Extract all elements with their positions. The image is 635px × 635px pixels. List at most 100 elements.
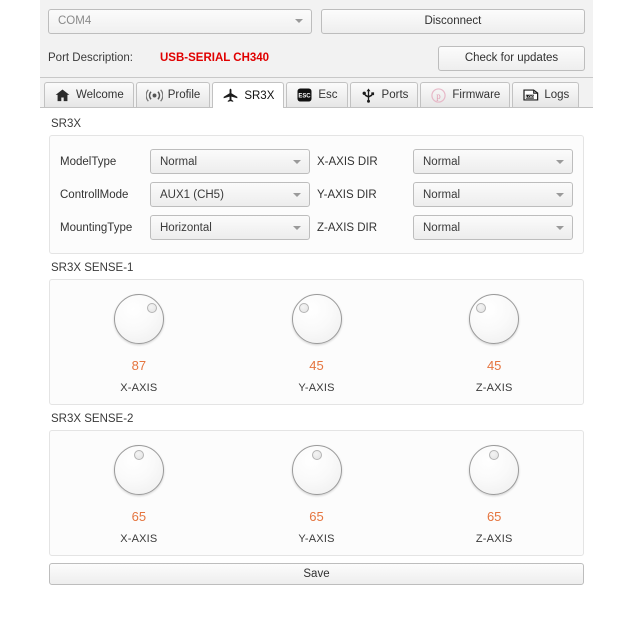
sense1-y-axis-knob[interactable] — [291, 294, 342, 344]
chevron-down-icon — [293, 159, 301, 164]
svg-text:ESC: ESC — [299, 94, 312, 100]
save-button[interactable]: Save — [49, 563, 584, 585]
tab-logs-label: Logs — [544, 89, 570, 101]
tab-ports-label: Ports — [381, 89, 409, 101]
sense1-x-axis-value: 87 — [131, 358, 147, 373]
sense1-x-axis-knob[interactable] — [113, 294, 164, 344]
tab-esc-label: Esc — [318, 89, 338, 101]
controllmode-select[interactable]: AUX1 (CH5) — [150, 182, 310, 207]
sense2-knob-row: 65 X-AXIS 65 Y-AXIS 65 Z-AXIS — [50, 431, 583, 555]
tab-profile-label: Profile — [167, 89, 201, 101]
disconnect-button[interactable]: Disconnect — [320, 8, 585, 34]
knob-indicator-icon — [133, 450, 144, 460]
sense2-y-axis-label: Y-AXIS — [298, 533, 335, 545]
home-icon — [54, 88, 71, 103]
tab-welcome[interactable]: Welcome — [44, 82, 134, 107]
tab-welcome-label: Welcome — [76, 89, 124, 101]
sense1-z-axis-value: 45 — [486, 358, 502, 373]
chevron-down-icon — [556, 159, 564, 164]
sense2-y-axis-knob[interactable] — [291, 445, 342, 495]
modeltype-label: ModelType — [60, 155, 117, 168]
modeltype-select[interactable]: Normal — [150, 149, 310, 174]
port-description-row: Port Description: USB-SERIAL CH340 Check… — [48, 45, 585, 71]
knob-indicator-icon — [146, 303, 157, 313]
tab-firmware-label: Firmware — [452, 89, 501, 101]
esc-icon: ESC — [296, 88, 313, 103]
chevron-down-icon — [293, 225, 301, 230]
sense2-group-label: SR3X SENSE-2 — [51, 413, 134, 425]
y-axis-dir-value: Normal — [423, 188, 461, 201]
chevron-down-icon — [556, 225, 564, 230]
usb-icon — [360, 87, 377, 103]
port-description-value: USB-SERIAL CH340 — [160, 52, 270, 64]
z-axis-dir-select[interactable]: Normal — [413, 215, 573, 240]
y-axis-dir-label: Y-AXIS DIR — [317, 188, 377, 201]
mountingtype-label: MountingType — [60, 221, 133, 234]
connection-header: COM4 Disconnect Port Description: USB-SE… — [40, 0, 593, 78]
settings-row-modeltype: ModelType Normal X-AXIS DIR Normal — [60, 145, 573, 178]
chevron-down-icon — [556, 192, 564, 197]
port-description-label: Port Description: — [48, 52, 134, 64]
sense2-group: 65 X-AXIS 65 Y-AXIS 65 Z-AXIS — [49, 430, 584, 556]
sense1-x-axis-label: X-AXIS — [120, 382, 158, 394]
sense2-y-axis-value: 65 — [309, 509, 324, 524]
tab-sr3x[interactable]: SR3X — [212, 82, 285, 108]
sense1-group-label: SR3X SENSE-1 — [51, 262, 134, 274]
sense2-x-axis-label: X-AXIS — [120, 533, 158, 545]
x-axis-dir-label: X-AXIS DIR — [317, 155, 378, 168]
broadcast-icon — [145, 88, 163, 103]
knob-indicator-icon — [298, 303, 309, 313]
sr3x-tab-page: SR3X ModelType Normal X-AXIS DIR Normal — [40, 108, 593, 556]
tab-esc[interactable]: ESC Esc — [286, 82, 348, 107]
sense1-y-axis-value: 45 — [309, 358, 324, 373]
sense1-z-axis-label: Z-AXIS — [475, 382, 513, 394]
mountingtype-select[interactable]: Horizontal — [150, 215, 310, 240]
sense1-z-axis-knob[interactable] — [469, 294, 520, 344]
z-axis-dir-value: Normal — [423, 221, 461, 234]
knob-indicator-icon — [489, 450, 500, 460]
knob-indicator-icon — [476, 303, 487, 313]
chevron-down-icon — [294, 19, 303, 23]
svg-text:p: p — [437, 90, 442, 100]
chevron-down-icon — [293, 192, 301, 197]
sense2-z-axis-cell: 65 Z-AXIS — [405, 445, 583, 545]
sense1-y-axis-label: Y-AXIS — [298, 382, 335, 394]
check-for-updates-button[interactable]: Check for updates — [438, 45, 585, 71]
settings-row-mountingtype: MountingType Horizontal Z-AXIS DIR Norma… — [60, 211, 573, 244]
tab-sr3x-label: SR3X — [244, 89, 275, 102]
z-axis-dir-label: Z-AXIS DIR — [317, 221, 378, 234]
sense1-group: 87 X-AXIS 45 Y-AXIS 45 Z-AXIS — [49, 279, 584, 405]
sr3x-settings-grid: ModelType Normal X-AXIS DIR Normal Contr… — [50, 136, 583, 253]
airplane-icon — [222, 88, 239, 103]
sense2-y-axis-cell: 65 Y-AXIS — [228, 445, 406, 545]
connection-row: COM4 Disconnect — [48, 8, 585, 34]
sense2-z-axis-value: 65 — [486, 509, 502, 524]
tab-bar: Welcome Profile SR3X ESC Esc Ports p Fir… — [40, 78, 593, 108]
serial-configurator-window: COM4 Disconnect Port Description: USB-SE… — [40, 0, 593, 635]
sense2-x-axis-value: 65 — [131, 509, 147, 524]
tab-ports[interactable]: Ports — [349, 82, 419, 107]
tab-profile[interactable]: Profile — [135, 82, 211, 107]
port-select[interactable]: COM4 — [48, 8, 312, 34]
modeltype-value: Normal — [160, 155, 198, 168]
sr3x-settings-group: ModelType Normal X-AXIS DIR Normal Contr… — [49, 135, 584, 254]
firmware-icon: p — [430, 87, 447, 103]
mountingtype-value: Horizontal — [160, 221, 212, 234]
tab-logs[interactable]: LOG Logs — [512, 82, 580, 107]
sr3x-group-label: SR3X — [51, 118, 82, 130]
footer: Save — [40, 556, 593, 592]
port-select-value: COM4 — [58, 15, 92, 27]
x-axis-dir-value: Normal — [423, 155, 461, 168]
sense1-knob-row: 87 X-AXIS 45 Y-AXIS 45 Z-AXIS — [50, 280, 583, 404]
y-axis-dir-select[interactable]: Normal — [413, 182, 573, 207]
sense2-x-axis-knob[interactable] — [113, 445, 164, 495]
sense1-y-axis-cell: 45 Y-AXIS — [228, 294, 406, 394]
controllmode-label: ControllMode — [60, 188, 129, 201]
sense2-z-axis-knob[interactable] — [469, 445, 520, 495]
tab-firmware[interactable]: p Firmware — [420, 82, 511, 107]
settings-row-controllmode: ControllMode AUX1 (CH5) Y-AXIS DIR Norma… — [60, 178, 573, 211]
controllmode-value: AUX1 (CH5) — [160, 188, 224, 201]
x-axis-dir-select[interactable]: Normal — [413, 149, 573, 174]
sense2-x-axis-cell: 65 X-AXIS — [50, 445, 228, 545]
sense2-z-axis-label: Z-AXIS — [475, 533, 513, 545]
